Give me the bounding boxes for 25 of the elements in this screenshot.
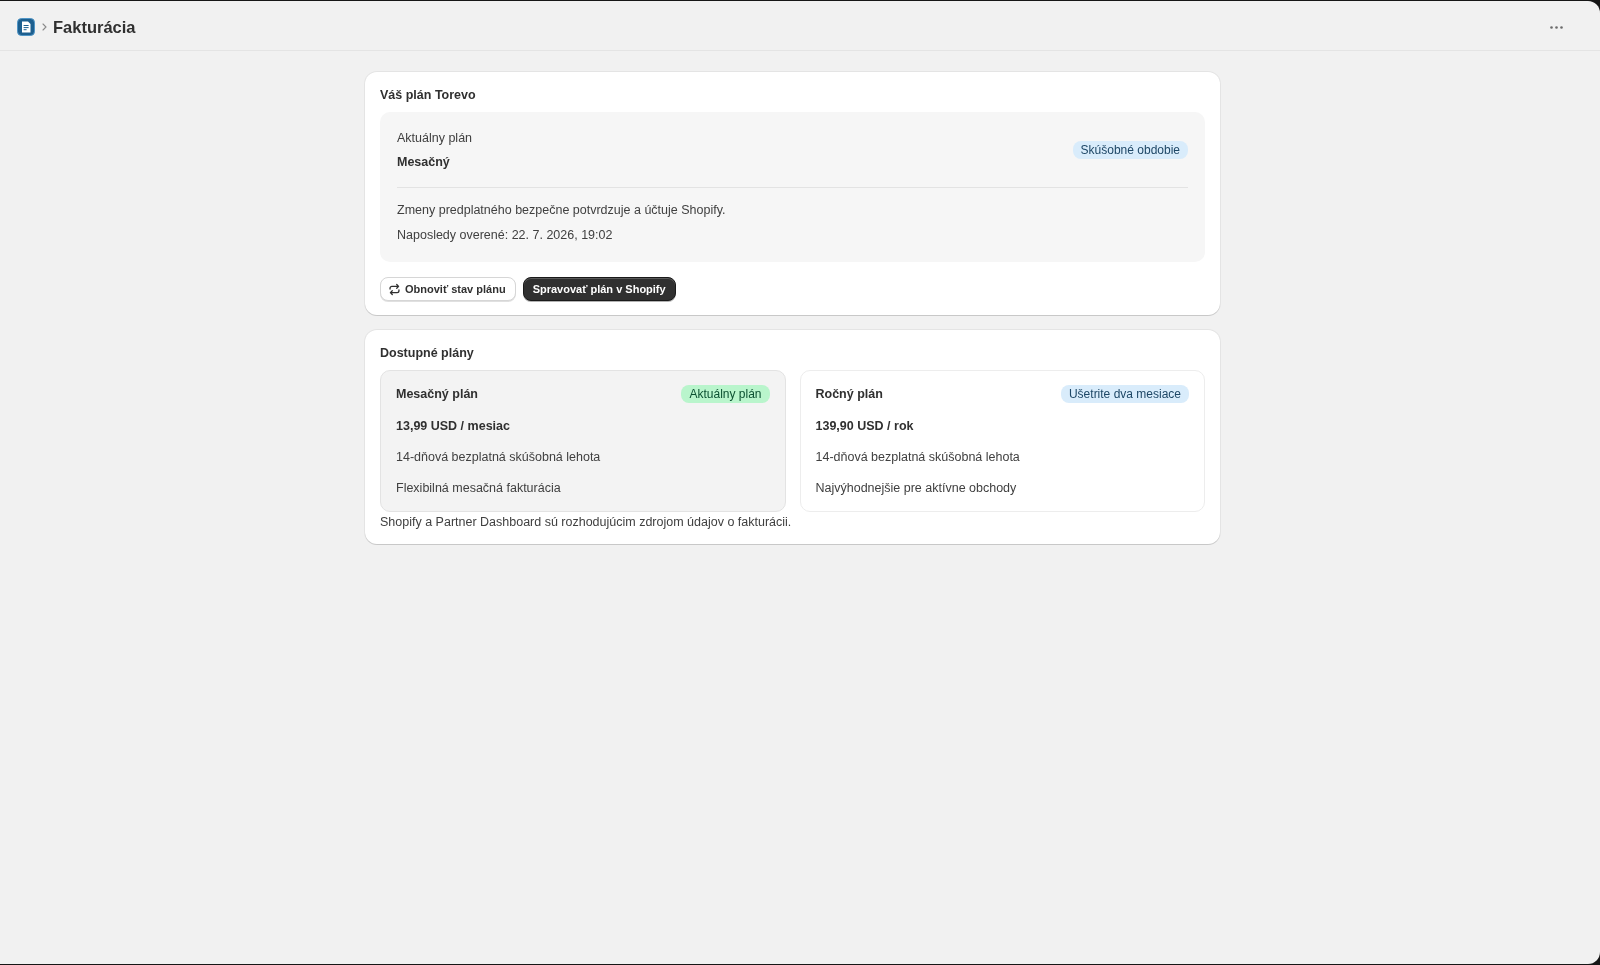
footnote-text: Shopify a Partner Dashboard sú rozhodujúcim zdrojom údajov o fakturácii.: [380, 514, 793, 530]
refresh-button[interactable]: Obnoviť stav plánu: [380, 277, 516, 301]
plan-badge: Aktuálny plán: [681, 385, 770, 403]
more-icon[interactable]: [1550, 25, 1563, 29]
plan-price: 139,90 USD / rok: [815, 418, 915, 434]
refresh-icon: [388, 282, 401, 296]
plan-price: 13,99 USD / mesiac: [396, 418, 511, 434]
info-text: Zmeny predplatného bezpečne potvrdzuje a účtuje Shopify.: [397, 202, 727, 218]
plan-feature: Flexibilná mesačná fakturácia: [396, 480, 562, 496]
plan-name: Ročný plán: [815, 386, 883, 402]
plan-feature: 14-dňová bezplatná skúšobná lehota: [396, 449, 602, 465]
page-title: Fakturácia: [53, 17, 136, 38]
plan-name: Mesačný plán: [396, 386, 478, 402]
plan-feature: Najvýhodnejšie pre aktívne obchody: [815, 480, 1018, 496]
current-plan-value: Mesačný: [397, 154, 451, 170]
current-plan-label: Aktuálny plán: [397, 130, 473, 146]
plan-feature: 14-dňová bezplatná skúšobná lehota: [815, 449, 1021, 465]
document-icon[interactable]: [17, 18, 35, 36]
plan-badge: Ušetrite dva mesiace: [1060, 385, 1189, 403]
manage-plan-button[interactable]: Spravovať plán v Shopify: [522, 277, 676, 301]
info-text: Naposledy overené: 22. 7. 2026, 19:02: [397, 227, 614, 243]
card-title: Váš plán Torevo: [380, 87, 477, 103]
card-title: Dostupné plány: [380, 345, 475, 361]
chevron-icon: [42, 23, 47, 31]
status-badge: Skúšobné obdobie: [1072, 141, 1188, 159]
